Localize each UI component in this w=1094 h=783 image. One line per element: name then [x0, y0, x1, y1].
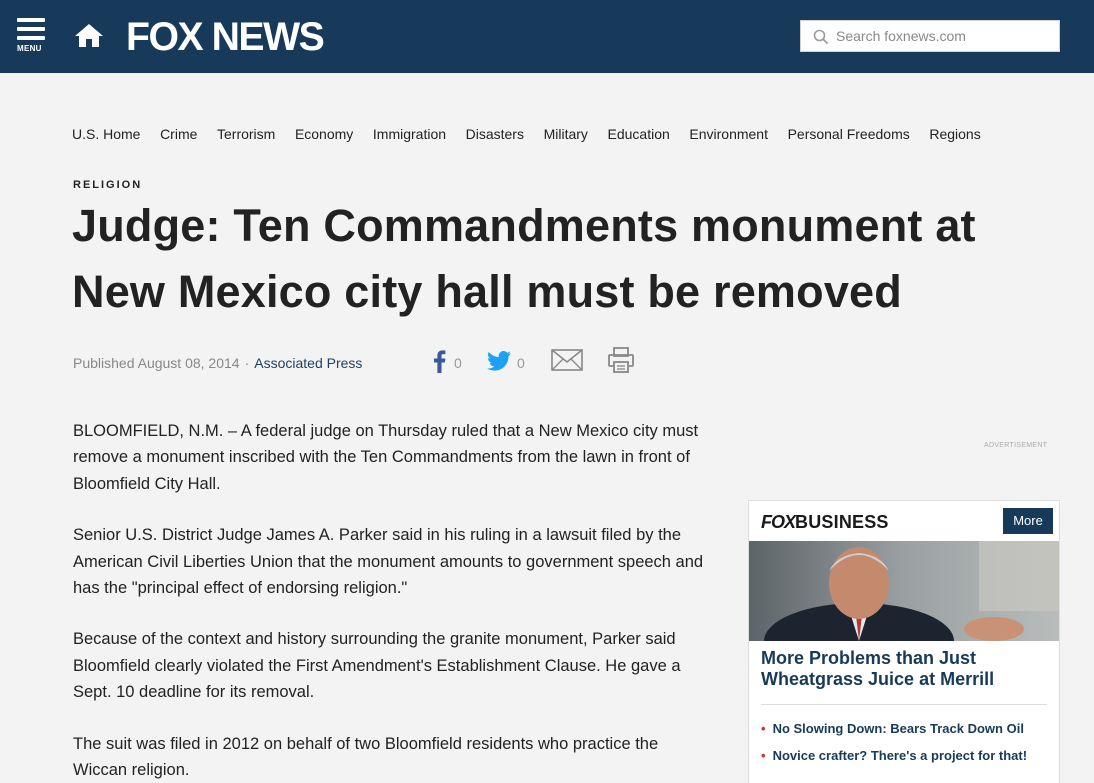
print-icon — [607, 346, 635, 379]
list-item[interactable]: • Novice crafter? There's a project for t… — [761, 742, 1027, 769]
nav-item-immigration[interactable]: Immigration — [373, 123, 446, 145]
story-links: • No Slowing Down: Bears Track Down Oil •… — [761, 715, 1027, 769]
home-icon[interactable] — [74, 22, 104, 48]
fox-news-logo[interactable]: FOX NEWS — [126, 14, 325, 60]
fox-business-logo-business: BUSINESS — [795, 512, 889, 532]
article-paragraph: Senior U.S. District Judge James A. Park… — [73, 526, 704, 598]
nav-item-disasters[interactable]: Disasters — [466, 123, 524, 145]
nav-item-military[interactable]: Military — [544, 123, 588, 145]
more-button[interactable]: More — [1003, 508, 1053, 534]
email-share-button[interactable] — [551, 348, 583, 378]
nav-item-education[interactable]: Education — [608, 123, 670, 145]
nav-item-economy[interactable]: Economy — [295, 123, 353, 145]
hamburger-icon — [17, 18, 45, 22]
article-headline: Judge: Ten Commandments monument at New … — [72, 200, 976, 317]
nav-item-regions[interactable]: Regions — [929, 123, 980, 145]
story-headline[interactable]: More Problems than Just Wheatgrass Juice… — [761, 648, 1051, 690]
section-nav: U.S. Home Crime Terrorism Economy Immigr… — [72, 123, 1000, 145]
menu-label: MENU — [17, 44, 42, 53]
twitter-share-button[interactable]: 0 — [487, 350, 525, 376]
email-icon — [551, 348, 583, 378]
print-button[interactable] — [607, 346, 635, 375]
divider — [761, 704, 1047, 705]
search-icon — [813, 29, 829, 45]
nav-item-environment[interactable]: Environment — [689, 123, 768, 145]
hamburger-icon-bar — [17, 27, 45, 31]
top-header: MENU FOX NEWS — [0, 0, 1094, 73]
nav-item-terrorism[interactable]: Terrorism — [217, 123, 275, 145]
fox-business-logo-fox: FOX — [761, 512, 796, 532]
fox-business-widget: FOXBUSINESS More More Problems than Just… — [748, 500, 1060, 783]
list-item[interactable]: • No Slowing Down: Bears Track Down Oil — [761, 715, 1027, 742]
search-input[interactable] — [836, 21, 1051, 51]
advertisement-label: ADVERTISEMENT — [984, 442, 1048, 449]
nav-item-crime[interactable]: Crime — [160, 123, 197, 145]
fox-business-logo[interactable]: FOXBUSINESS — [761, 512, 889, 533]
twitter-icon — [487, 350, 511, 376]
article-body: BLOOMFIELD, N.M. – A federal judge on Th… — [73, 418, 713, 783]
hamburger-icon-bar — [17, 36, 45, 40]
story-image[interactable] — [749, 541, 1059, 641]
nav-item-personal-freedoms[interactable]: Personal Freedoms — [788, 123, 910, 145]
menu-button[interactable]: MENU — [17, 18, 47, 58]
article-meta: Published August 08, 2014 · Associated Pre… — [73, 354, 362, 372]
facebook-icon — [430, 349, 448, 378]
bullet-icon: • — [761, 748, 766, 763]
facebook-share-count: 0 — [454, 355, 462, 371]
article-paragraph: Because of the context and history surro… — [73, 630, 681, 702]
nav-item-us-home[interactable]: U.S. Home — [72, 123, 140, 145]
twitter-share-count: 0 — [517, 355, 525, 371]
story-link-label: No Slowing Down: Bears Track Down Oil — [772, 721, 1024, 736]
article-kicker[interactable]: RELIGION — [73, 179, 142, 191]
article-paragraph: The suit was filed in 2012 on behalf of … — [73, 734, 659, 780]
published-date: Published August 08, 2014 — [73, 355, 240, 371]
article-paragraph: BLOOMFIELD, N.M. – A federal judge on Th… — [73, 422, 699, 493]
bullet-icon: • — [761, 721, 766, 736]
author-link[interactable]: Associated Press — [254, 355, 362, 371]
facebook-share-button[interactable]: 0 — [430, 349, 462, 378]
story-link-label: Novice crafter? There's a project for th… — [772, 748, 1028, 763]
search-box[interactable] — [800, 20, 1060, 52]
meta-separator: · — [244, 355, 250, 371]
